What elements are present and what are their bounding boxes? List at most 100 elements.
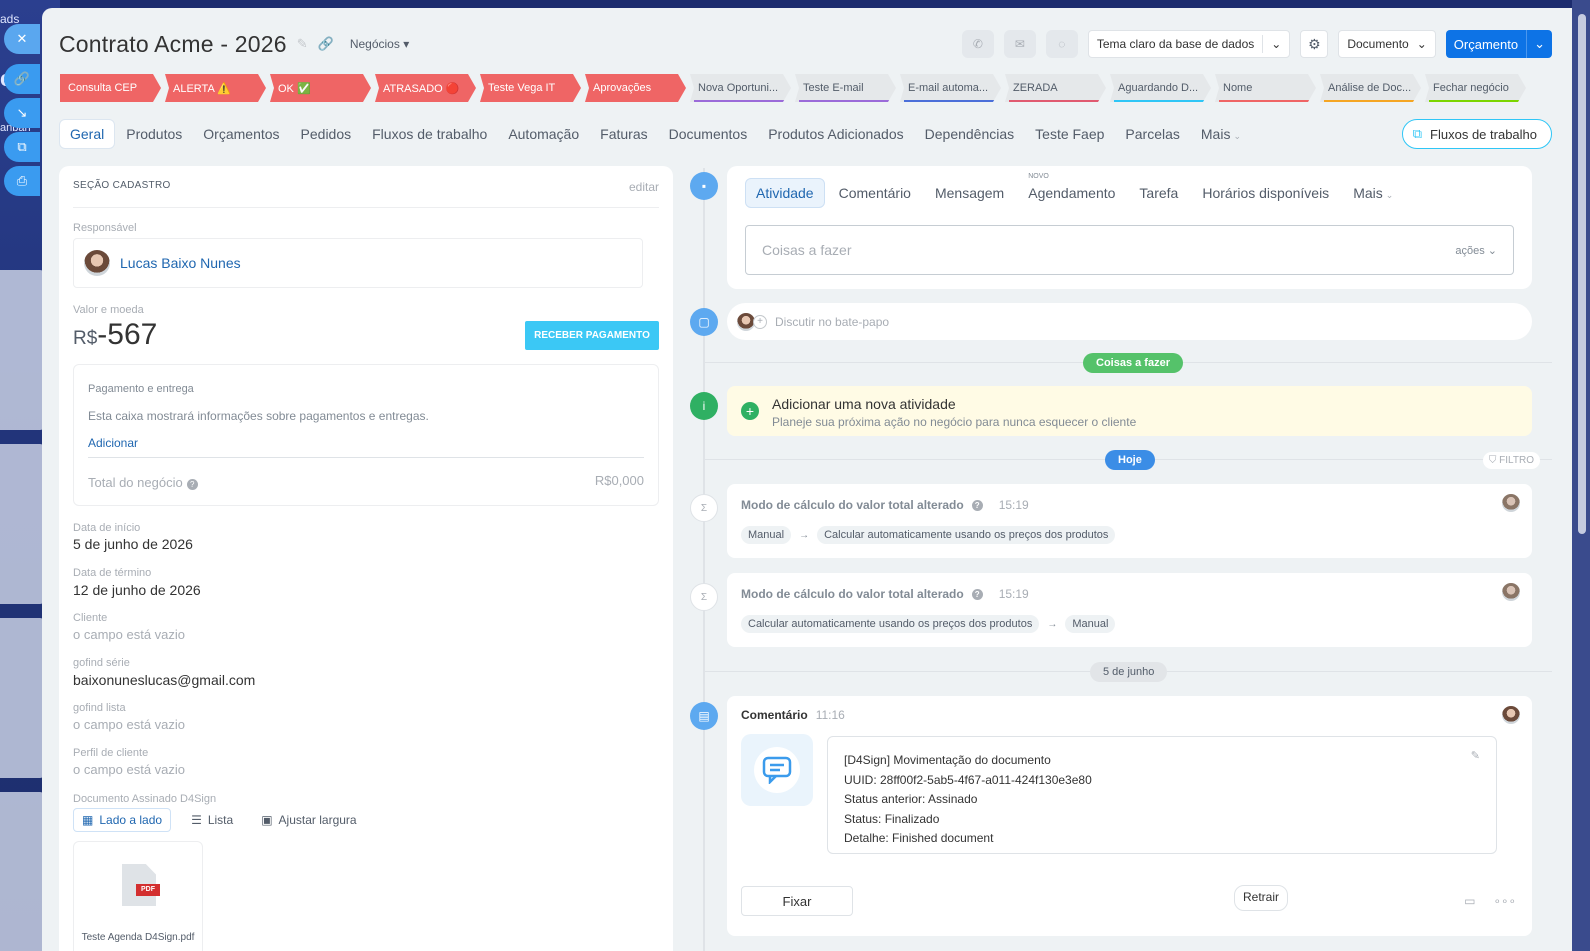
comment-actions: ▭ ∘∘∘ — [1464, 894, 1516, 908]
category-select[interactable]: Negócios ▾ — [350, 37, 409, 51]
stage-item[interactable]: Aprovações — [585, 74, 686, 102]
edit-title-icon[interactable]: ✎ — [297, 36, 308, 52]
header: Contrato Acme - 2026 ✎ 🔗 Negócios ▾ ✆ ✉ … — [59, 26, 1552, 62]
chevron-down-icon: ⌄ — [1416, 37, 1427, 51]
document-select[interactable]: Documento ⌄ — [1338, 30, 1436, 58]
quote-button[interactable]: Orçamento ⌄ — [1445, 30, 1552, 58]
view-list-label: Lista — [207, 813, 234, 827]
tab-label: Geral — [70, 126, 105, 142]
tab-0[interactable]: Geral — [59, 119, 116, 149]
tab-label: Mais — [1200, 126, 1231, 142]
editor-tab-6[interactable]: Mais ⌄ — [1343, 179, 1403, 207]
gear-icon: ⚙ — [1308, 35, 1321, 52]
pin-button[interactable]: Fixar — [741, 886, 853, 916]
copy-link-icon[interactable]: 🔗 — [318, 36, 334, 52]
deal-total-text: Total do negócio — [88, 475, 183, 490]
tab-5[interactable]: Automação — [498, 120, 589, 148]
open-new-window-button[interactable]: ⧉ — [4, 132, 40, 162]
stage-item[interactable]: Teste E-mail — [795, 74, 896, 102]
stage-item[interactable]: Nova Oportuni... — [690, 74, 791, 102]
help-icon[interactable]: ? — [971, 588, 983, 600]
scrollbar-thumb[interactable] — [1578, 14, 1586, 534]
help-icon[interactable]: ? — [186, 479, 198, 490]
stage-item[interactable]: Análise de Doc... — [1320, 74, 1421, 102]
comment-card: Comentário 11:16 ✎ [D4Sign] Movimentação … — [727, 696, 1532, 936]
plus-icon[interactable]: + — [741, 402, 759, 420]
stage-item[interactable]: Nome — [1215, 74, 1316, 102]
section-edit-link[interactable]: editar — [629, 180, 659, 207]
edit-comment-icon[interactable]: ✎ — [1471, 749, 1480, 762]
add-participant-icon[interactable]: + — [753, 314, 767, 329]
document-select-label: Documento — [1347, 37, 1409, 51]
pdf-file-card[interactable]: PDF Teste Agenda D4Sign.pdf — [73, 841, 203, 951]
event-change: Manual → Calcular automaticamente usando o… — [741, 526, 1116, 544]
editor-tab-1[interactable]: Comentário — [829, 179, 921, 207]
stage-item[interactable]: Consulta CEP — [60, 74, 161, 102]
activity-timeline-icon: ▪ — [690, 172, 718, 200]
stage-label: ATRASADO 🔴 — [383, 82, 460, 95]
workflow-button[interactable]: ⧉ Fluxos de trabalho — [1401, 119, 1552, 149]
view-list[interactable]: ☰ Lista — [183, 809, 241, 831]
theme-select[interactable]: Tema claro da base de dados ⌄ — [1087, 30, 1291, 58]
more-icon[interactable]: ∘∘∘ — [1493, 894, 1516, 908]
call-button[interactable]: ✆ — [961, 30, 994, 58]
tab-11[interactable]: Parcelas — [1115, 120, 1189, 148]
minimize-button[interactable]: ↘ — [4, 98, 40, 128]
payment-add-link[interactable]: Adicionar — [88, 436, 138, 450]
page-scrollbar[interactable] — [1572, 0, 1590, 951]
responsible-field[interactable]: Lucas Baixo Nunes — [73, 238, 643, 288]
tab-12[interactable]: Mais ⌄ — [1191, 120, 1251, 148]
view-fit-width[interactable]: ▣ Ajustar largura — [253, 809, 364, 831]
chat-bar[interactable]: + Discutir no bate-papo — [727, 303, 1532, 340]
tab-6[interactable]: Faturas — [590, 120, 657, 148]
editor-tab-5[interactable]: Horários disponíveis — [1192, 179, 1339, 207]
copy-link-button[interactable]: 🔗 — [4, 64, 40, 94]
event-to: Calcular automaticamente usando os preço… — [817, 526, 1116, 544]
view-side-by-side[interactable]: ▦ Lado a lado — [73, 808, 172, 832]
settings-button[interactable]: ⚙ — [1300, 30, 1329, 58]
background-card — [0, 618, 44, 778]
section-title: SEÇÃO CADASTRO — [73, 180, 171, 191]
stage-label: ZERADA — [1013, 82, 1058, 94]
chevron-down-icon: ⌄ — [1233, 131, 1241, 141]
event-title: Modo de cálculo do valor total alterado — [741, 498, 964, 512]
tab-2[interactable]: Orçamentos — [193, 120, 289, 148]
stage-item[interactable]: OK ✅ — [270, 74, 371, 102]
receive-payment-button[interactable]: RECEBER PAGAMENTO — [525, 321, 659, 350]
new-activity-card[interactable]: + Adicionar uma nova atividade Planeje s… — [727, 386, 1532, 436]
details-panel: SEÇÃO CADASTRO editar Responsável Lucas … — [59, 166, 673, 951]
actions-menu[interactable]: ações ⌄ — [1455, 244, 1497, 257]
editor-tab-4[interactable]: Tarefa — [1129, 179, 1188, 207]
history-event: Modo de cálculo do valor total alterado?… — [727, 484, 1532, 558]
close-slider-button[interactable]: ✕ — [4, 24, 40, 54]
tab-8[interactable]: Produtos Adicionados — [758, 120, 913, 148]
stage-item[interactable]: ATRASADO 🔴 — [375, 74, 476, 102]
filter-button[interactable]: ⛉ FILTRO — [1482, 452, 1540, 469]
quote-menu-chevron[interactable]: ⌄ — [1526, 30, 1552, 58]
stage-item[interactable]: Aguardando D... — [1110, 74, 1211, 102]
editor-tab-0[interactable]: Atividade — [745, 178, 825, 208]
help-icon[interactable]: ? — [971, 499, 983, 511]
note-icon[interactable]: ▭ — [1464, 894, 1475, 908]
tab-3[interactable]: Pedidos — [291, 120, 362, 148]
collapse-button[interactable]: Retrair — [1234, 885, 1289, 911]
tab-4[interactable]: Fluxos de trabalho — [362, 120, 497, 148]
tab-10[interactable]: Teste Faep — [1025, 120, 1114, 148]
stage-item[interactable]: ZERADA — [1005, 74, 1106, 102]
responsible-name[interactable]: Lucas Baixo Nunes — [120, 255, 241, 271]
category-label: Negócios — [349, 37, 400, 51]
editor-tab-label: Atividade — [756, 185, 814, 201]
tab-7[interactable]: Documentos — [659, 120, 758, 148]
editor-tab-3[interactable]: NOVO Agendamento — [1018, 173, 1125, 207]
stage-item[interactable]: Fechar negócio — [1425, 74, 1526, 102]
tab-1[interactable]: Produtos — [116, 120, 192, 148]
chat-button[interactable]: ◌ — [1045, 30, 1078, 58]
editor-tab-2[interactable]: Mensagem — [925, 179, 1014, 207]
email-button[interactable]: ✉ — [1003, 30, 1036, 58]
stage-item[interactable]: E-mail automa... — [900, 74, 1001, 102]
todo-input[interactable]: Coisas a fazer ações ⌄ — [745, 225, 1514, 275]
stage-item[interactable]: ALERTA ⚠️ — [165, 74, 266, 102]
tab-9[interactable]: Dependências — [915, 120, 1025, 148]
print-button[interactable]: ⎙ — [4, 166, 40, 196]
stage-item[interactable]: Teste Vega IT — [480, 74, 581, 102]
